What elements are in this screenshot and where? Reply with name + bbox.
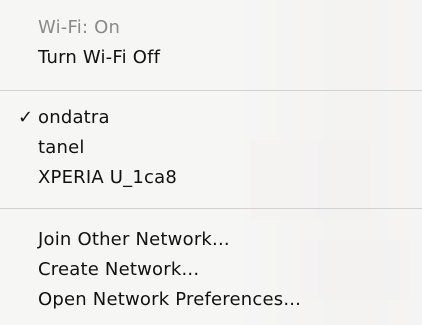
network-item-ondatra[interactable]: ondatra bbox=[38, 106, 110, 130]
turn-wifi-off-item[interactable]: Turn Wi-Fi Off bbox=[38, 46, 160, 70]
menu-separator bbox=[0, 208, 422, 209]
join-other-network-item[interactable]: Join Other Network... bbox=[38, 228, 230, 252]
wifi-status-label: Wi-Fi: On bbox=[38, 17, 121, 38]
network-item-xperia[interactable]: XPERIA U_1ca8 bbox=[38, 166, 177, 190]
checkmark-icon: ✓ bbox=[18, 107, 34, 128]
create-network-item[interactable]: Create Network... bbox=[38, 258, 199, 282]
network-item-tanel[interactable]: tanel bbox=[38, 136, 85, 160]
menu-separator bbox=[0, 90, 422, 91]
wifi-dropdown-menu: Wi-Fi: On Turn Wi-Fi Off ✓ ondatra tanel… bbox=[0, 0, 422, 325]
open-network-preferences-item[interactable]: Open Network Preferences... bbox=[38, 288, 301, 312]
